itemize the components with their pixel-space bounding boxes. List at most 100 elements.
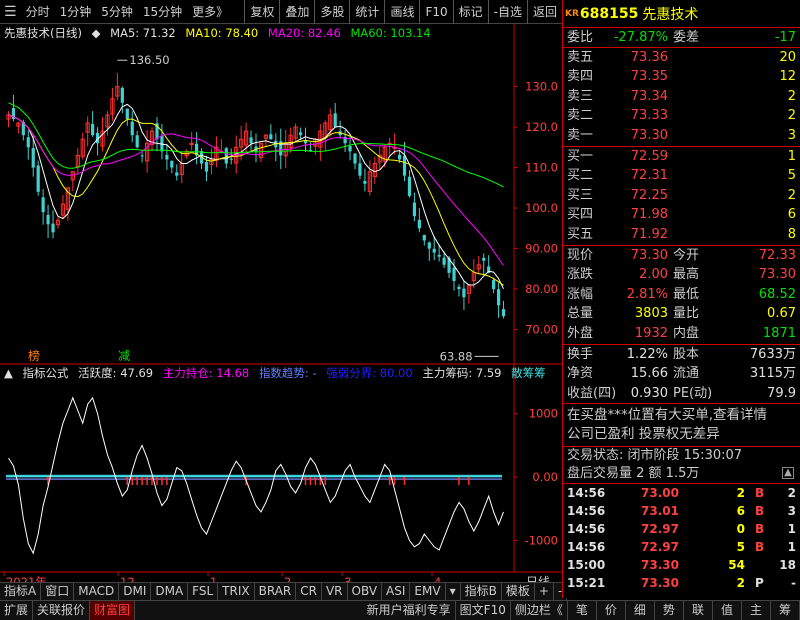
level-price: 73.30 [630,127,668,143]
period-more[interactable]: 更多》 [187,0,233,24]
tab-more-dropdown[interactable]: ▾ [446,583,461,601]
period-5min[interactable]: 5分钟 [96,0,138,24]
tick-volume: 2 [736,576,745,591]
candle-body [135,135,139,148]
zoom-in-button[interactable]: + [535,583,554,601]
candle-body [457,286,461,290]
level-price: 73.34 [630,88,668,104]
indicator-active: 活跃度: 47.69 [78,366,154,380]
indicator-chevron-icon[interactable]: ▲ [4,366,13,380]
statistics-button[interactable]: 统计 [349,0,384,24]
mark-button[interactable]: 标记 [452,0,488,24]
adjust-button[interactable]: 复权 [244,0,279,24]
level-price: 73.35 [630,69,668,85]
candle-body [140,155,144,157]
sell-level-3[interactable]: 卖三 73.34 2 [563,87,800,107]
tab-sidebar[interactable]: 侧边栏《 [511,601,568,620]
tab-f10-graphic[interactable]: 图文F10 [456,601,511,620]
tab-price[interactable]: 价 [597,601,626,620]
tab-dma[interactable]: DMA [151,583,189,601]
level-label: 买五 [567,226,594,242]
stat-label: 收益(四) [567,385,617,401]
ma5-line [8,103,504,290]
back-button[interactable]: 返回 [526,0,562,24]
kline-chart-svg[interactable]: 130.0 120.0 110.0 100.0 90.00 80.00 70.00 136.5… [0,24,562,596]
tab-obv[interactable]: OBV [348,583,383,601]
tick-time: 14:56 [567,522,606,537]
candle-body [482,257,486,261]
tab-new-user-benefit[interactable]: 新用户福利专享 [363,601,456,620]
tab-tick[interactable]: 笔 [568,601,597,620]
tab-brar[interactable]: BRAR [255,583,297,601]
high-label: 136.50 [129,53,169,67]
tab-template[interactable]: 模板 [502,583,535,601]
tick-volume: 54 [728,558,745,573]
draw-line-button[interactable]: 画线 [384,0,419,24]
stat-label: 最高 [673,267,700,283]
sell-level-1[interactable]: 卖一 73.30 3 [563,126,800,146]
tab-fsl[interactable]: FSL [188,583,219,601]
tab-window[interactable]: 窗口 [41,583,75,601]
notice-box[interactable]: 在买盘***位置有大买单,查看详情 公司已盈利 投票权无差异 [563,404,800,448]
tab-indicator-a[interactable]: 指标A [0,583,42,601]
buy-level-5[interactable]: 买五 71.92 8 [563,225,800,245]
period-15min[interactable]: 15分钟 [138,0,187,24]
stat-value: 1.22% [626,346,668,362]
tick-price: 73.30 [641,576,679,591]
buy-level-4[interactable]: 买四 71.98 6 [563,205,800,225]
sell-level-4[interactable]: 卖四 73.35 12 [563,67,800,87]
candle-body [31,148,35,168]
tab-indicator-b[interactable]: 指标B [461,583,502,601]
tab-trend[interactable]: 势 [655,601,684,620]
tag-jian: 减 [118,349,130,363]
sell-level-5[interactable]: 卖五 73.36 20 [563,48,800,68]
tab-asi[interactable]: ASI [382,583,411,601]
chevron-down-icon[interactable]: ◆ [92,26,101,40]
level-volume: 3 [787,127,796,143]
multi-stock-button[interactable]: 多股 [314,0,349,24]
tab-detail[interactable]: 细 [626,601,655,620]
buy-level-1[interactable]: 买一 72.59 1 [563,147,800,167]
candle-body [333,113,337,128]
overlay-button[interactable]: 叠加 [279,0,314,24]
period-intraday[interactable]: 分时 [21,0,55,24]
tab-related-quotes[interactable]: 关联报价 [33,601,91,620]
level-label: 买二 [567,168,594,184]
level-label: 买一 [567,148,594,164]
y-tick-label: 70.00 [525,323,558,337]
stat-label: PE(动) [673,385,713,401]
buy-level-2[interactable]: 买二 72.31 5 [563,166,800,186]
candle-body [249,137,253,144]
tab-emv[interactable]: EMV [410,583,446,601]
menu-icon[interactable]: ☰ [0,0,21,24]
notice-big-order[interactable]: 在买盘***位置有大买单,查看详情 [567,406,796,425]
candle-body [407,176,412,196]
level-price: 72.59 [630,148,668,164]
tick-count: 18 [779,558,796,573]
tab-cr[interactable]: CR [296,583,322,601]
tab-wealth-chart[interactable]: 财富图 [90,601,136,620]
stat-value: 2.00 [639,267,668,283]
tab-dmi[interactable]: DMI [119,583,152,601]
tab-chips[interactable]: 筹 [771,601,800,620]
tab-trix[interactable]: TRIX [218,583,255,601]
stat-label: 换手 [567,346,594,362]
status-box: 交易状态: 闭市阶段 15:30:07 盘后交易量 2 额 1.5万 ▲ [563,447,800,485]
tab-link[interactable]: 联 [684,601,713,620]
tab-vr[interactable]: VR [322,583,348,601]
collapse-icon[interactable]: ▲ [782,467,794,480]
kline-chart-area[interactable]: 130.0 120.0 110.0 100.0 90.00 80.00 70.00 136.5… [0,24,562,596]
sell-level-2[interactable]: 卖二 73.33 2 [563,106,800,126]
stat-label: 今开 [673,247,700,263]
stat-label: 流通 [673,366,700,382]
period-1min[interactable]: 1分钟 [55,0,97,24]
candle-body [229,158,233,160]
tab-value[interactable]: 值 [713,601,742,620]
remove-watchlist-button[interactable]: -自选 [487,0,527,24]
indicator-name[interactable]: 指标公式 [23,366,69,380]
tab-extend[interactable]: 扩展 [0,601,34,620]
f10-button[interactable]: F10 [419,0,452,24]
tab-macd[interactable]: MACD [74,583,120,601]
buy-level-3[interactable]: 买三 72.25 2 [563,186,800,206]
tab-main[interactable]: 主 [742,601,771,620]
